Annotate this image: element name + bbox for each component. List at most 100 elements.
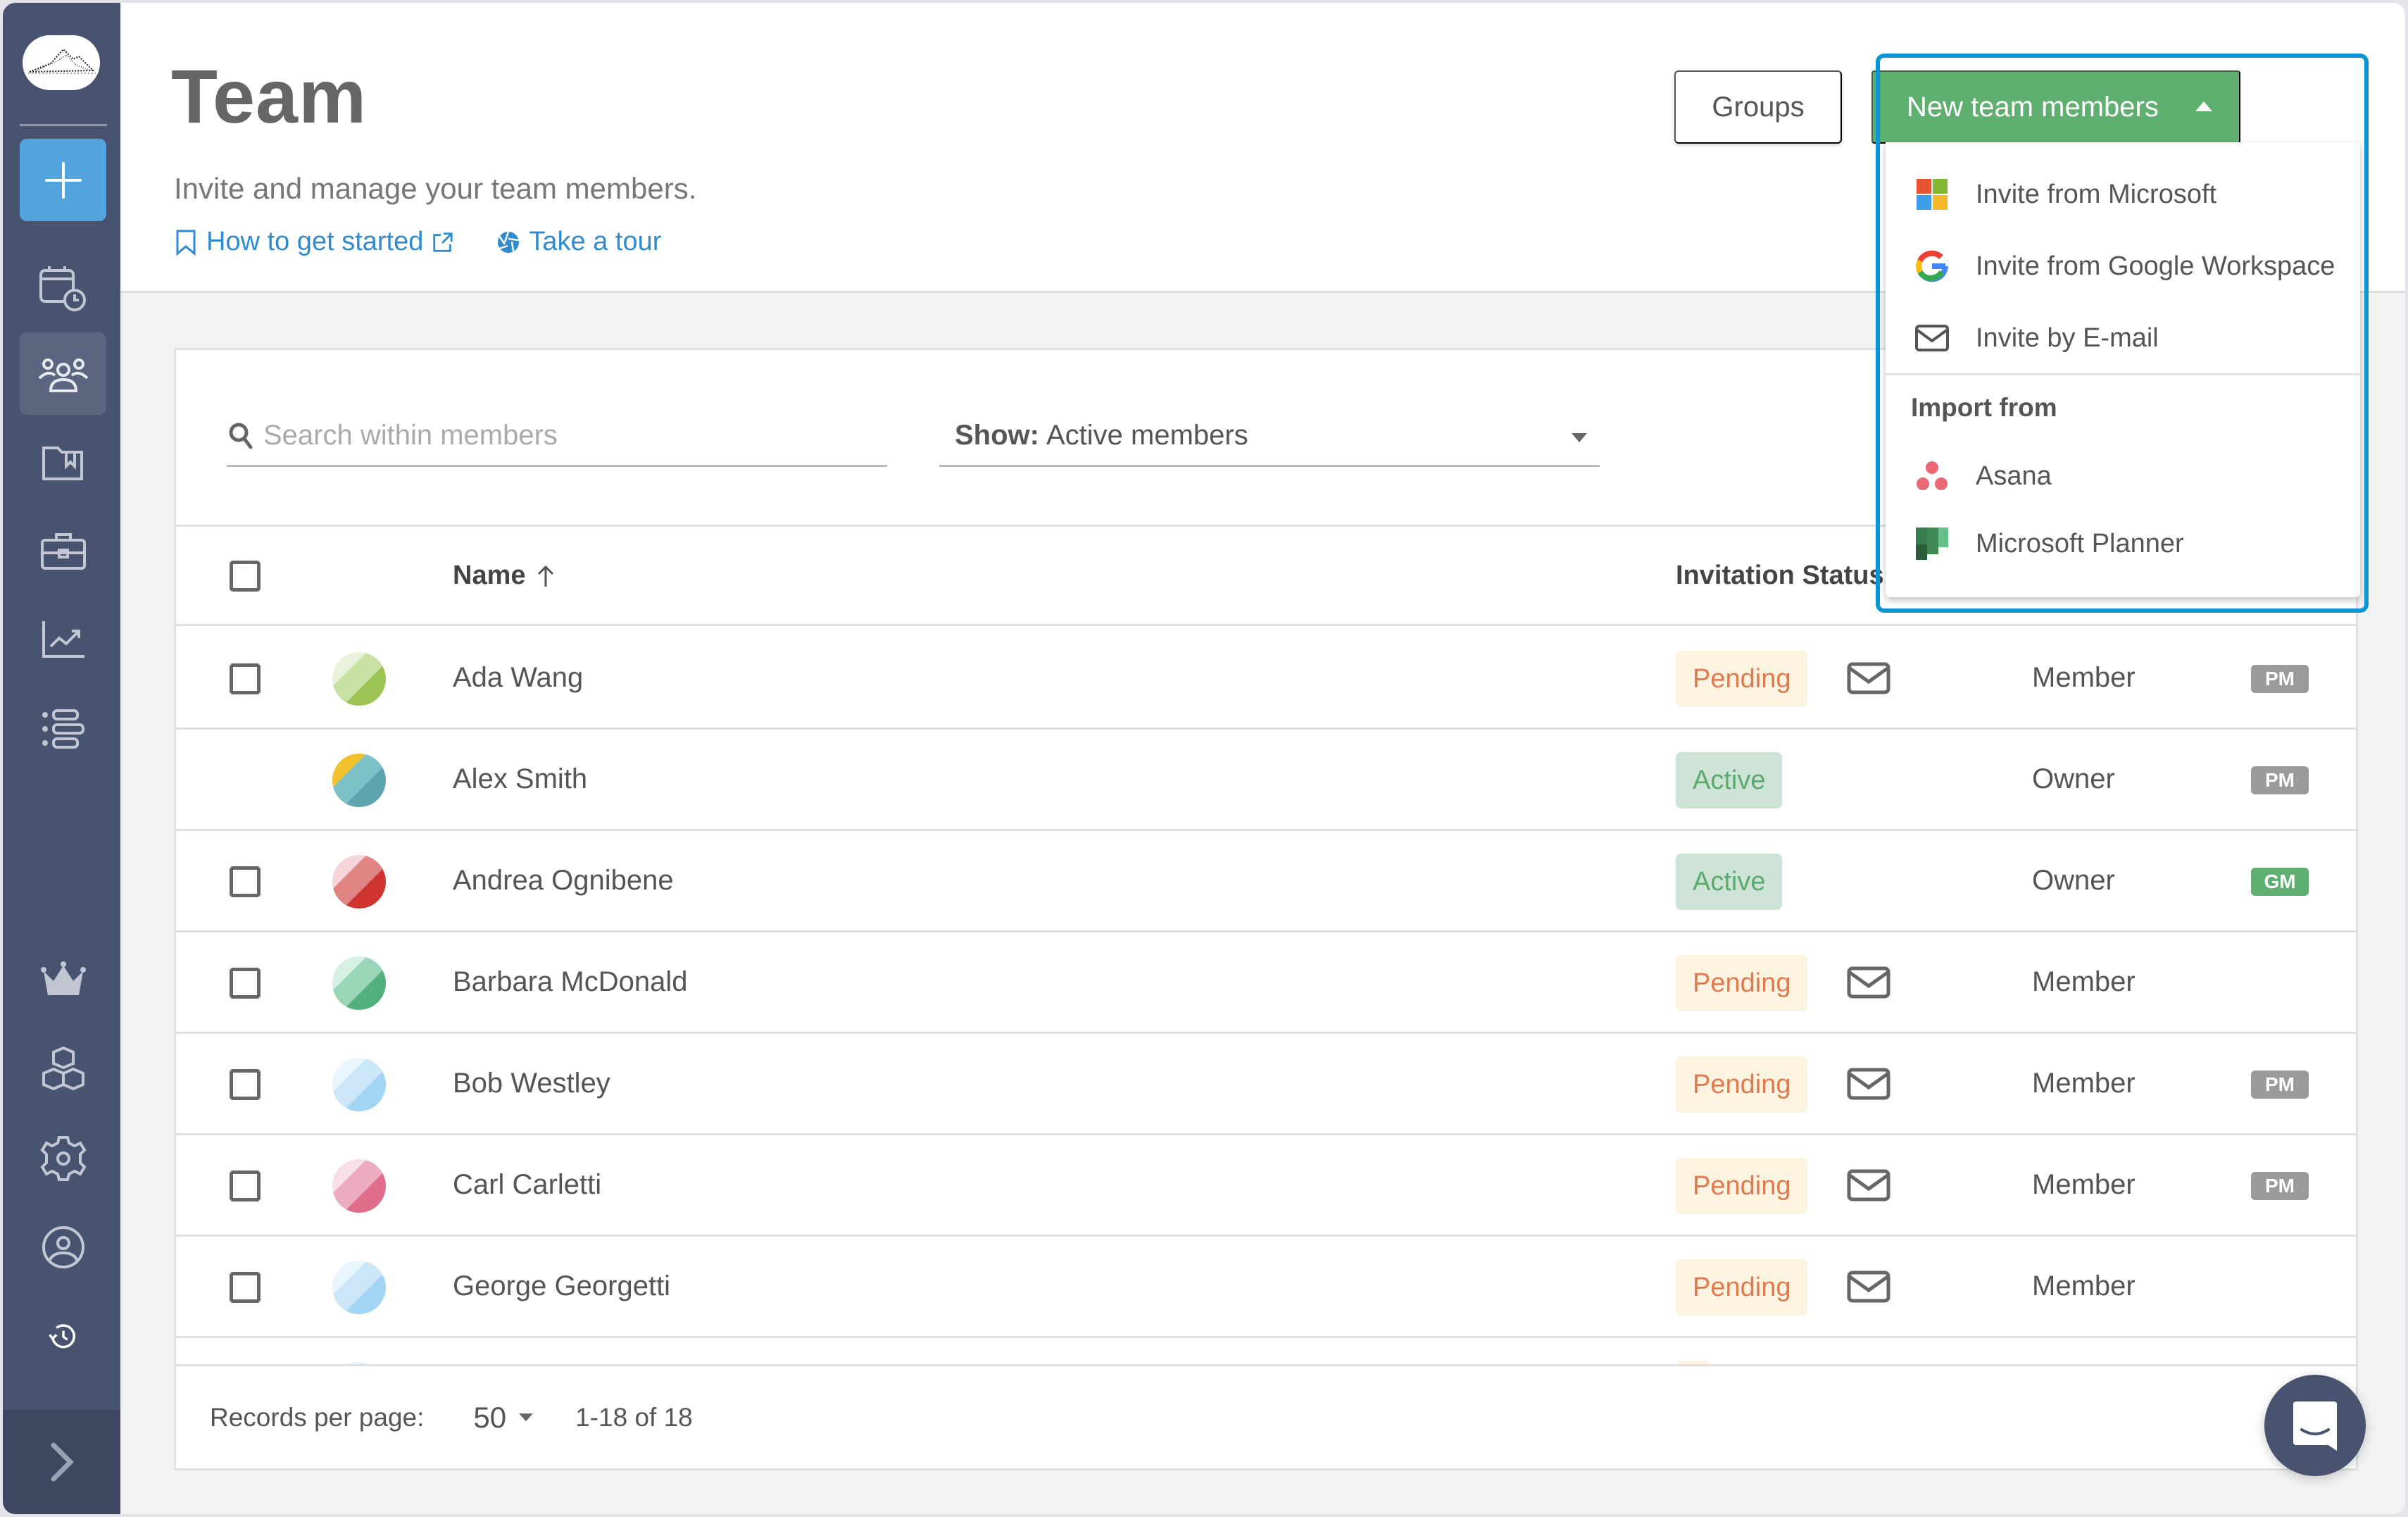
row-checkbox[interactable] xyxy=(230,1170,261,1201)
gear-icon xyxy=(39,1135,87,1181)
new-team-members-button[interactable]: New team members xyxy=(1871,70,2240,144)
sidebar-divider xyxy=(20,124,107,126)
resend-invite-mail-icon[interactable] xyxy=(1847,1271,1890,1303)
records-per-page-value: 50 xyxy=(473,1400,507,1434)
status-badge: Pending xyxy=(1676,651,1808,707)
menu-divider xyxy=(1886,373,2360,375)
sidebar-item-settings[interactable] xyxy=(20,1117,106,1199)
status-badge: Pending xyxy=(1676,1158,1808,1214)
row-checkbox[interactable] xyxy=(230,968,261,999)
resend-invite-mail-icon[interactable] xyxy=(1847,1068,1890,1100)
role-tag-badge: PM xyxy=(2251,1172,2309,1200)
chevron-right-icon xyxy=(51,1442,74,1482)
briefcase-icon xyxy=(40,532,86,570)
member-name[interactable]: Carl Carletti xyxy=(453,1169,601,1201)
plus-icon xyxy=(44,161,82,199)
show-filter-select[interactable]: Show: Active members xyxy=(939,406,1600,467)
bookmark-icon xyxy=(176,230,196,256)
microsoft-planner-icon xyxy=(1914,525,1950,562)
caret-up-icon xyxy=(2195,101,2212,111)
sidebar-item-list[interactable] xyxy=(20,687,106,770)
search-input[interactable] xyxy=(263,420,869,451)
row-checkbox[interactable] xyxy=(230,663,261,694)
search-icon xyxy=(229,423,253,449)
resend-invite-mail-icon[interactable] xyxy=(1847,662,1890,694)
records-per-page-label: Records per page: xyxy=(210,1402,425,1432)
company-logo[interactable] xyxy=(23,35,100,90)
sidebar-item-profile[interactable] xyxy=(20,1206,106,1288)
role-tag-badge: PM xyxy=(2251,766,2309,794)
asana-icon xyxy=(1914,458,1950,494)
take-a-tour-label: Take a tour xyxy=(529,227,662,256)
menu-item-label: Invite from Microsoft xyxy=(1976,179,2217,209)
expand-sidebar-button[interactable] xyxy=(3,1410,120,1514)
table-row[interactable]: Andrea Ognibene Active Owner GM xyxy=(176,831,2356,932)
team-icon xyxy=(38,358,88,392)
avatar xyxy=(332,1159,386,1213)
mountain-logo-icon xyxy=(28,48,96,74)
table-row[interactable]: Carl Carletti Pending Member PM xyxy=(176,1135,2356,1237)
resend-invite-mail-icon[interactable] xyxy=(1847,1169,1890,1201)
groups-button[interactable]: Groups xyxy=(1674,70,1842,144)
search-field xyxy=(227,406,887,467)
table-row[interactable]: Ada Wang Pending Member PM xyxy=(176,628,2356,730)
how-to-get-started-link[interactable]: How to get started xyxy=(174,227,454,257)
caret-down-icon xyxy=(519,1413,534,1421)
take-a-tour-link[interactable]: Take a tour xyxy=(496,227,661,257)
resend-invite-mail-icon[interactable] xyxy=(1847,966,1890,999)
member-role: Member xyxy=(2032,1068,2136,1099)
member-name[interactable]: Andrea Ognibene xyxy=(453,865,674,897)
show-filter-label: Show: xyxy=(955,420,1039,451)
import-from-heading: Import from xyxy=(1911,393,2057,422)
history-icon xyxy=(48,1323,75,1348)
sidebar-item-team[interactable] xyxy=(20,332,106,415)
aperture-icon xyxy=(498,231,520,253)
add-button[interactable] xyxy=(20,139,106,221)
sidebar-item-clients[interactable] xyxy=(20,510,106,592)
select-all-checkbox[interactable] xyxy=(230,561,261,592)
role-tag-badge: PM xyxy=(2251,1070,2309,1099)
menu-item-label: Asana xyxy=(1976,461,2052,491)
sidebar-item-upgrade[interactable] xyxy=(20,939,106,1022)
sidebar-item-projects[interactable] xyxy=(20,422,106,504)
sidebar-item-reports[interactable] xyxy=(20,598,106,680)
folder-bookmark-icon xyxy=(42,446,83,480)
role-tag-badge: PM xyxy=(2251,665,2309,693)
menu-item-import-microsoft-planner[interactable]: Microsoft Planner xyxy=(1886,508,2360,579)
member-name[interactable]: Barbara McDonald xyxy=(453,966,688,998)
member-role: Member xyxy=(2032,966,2136,997)
member-name[interactable]: Ada Wang xyxy=(453,662,583,694)
row-checkbox[interactable] xyxy=(230,866,261,897)
column-header-name-label: Name xyxy=(453,561,526,590)
avatar xyxy=(332,754,386,807)
menu-item-invite-email[interactable]: Invite by E-mail xyxy=(1886,303,2360,373)
table-row[interactable]: Bob Westley Pending Member PM xyxy=(176,1034,2356,1135)
avatar xyxy=(332,652,386,706)
row-checkbox[interactable] xyxy=(230,1069,261,1100)
member-name[interactable]: George Georgetti xyxy=(453,1271,670,1302)
menu-item-label: Invite from Google Workspace xyxy=(1976,251,2335,281)
column-header-invitation-status[interactable]: Invitation Status xyxy=(1676,561,1884,591)
member-role: Member xyxy=(2032,1271,2136,1301)
records-range: 1-18 of 18 xyxy=(575,1402,693,1432)
row-checkbox[interactable] xyxy=(230,1272,261,1303)
menu-item-invite-microsoft[interactable]: Invite from Microsoft xyxy=(1886,159,2360,230)
new-members-dropdown-menu: Invite from Microsoft Invite from Google… xyxy=(1886,142,2360,597)
member-name[interactable]: Bob Westley xyxy=(453,1068,610,1099)
menu-item-invite-google[interactable]: Invite from Google Workspace xyxy=(1886,231,2360,301)
chat-widget-button[interactable] xyxy=(2264,1375,2366,1476)
table-row[interactable]: Barbara McDonald Pending Member xyxy=(176,932,2356,1034)
column-header-name[interactable]: Name xyxy=(453,561,556,591)
table-row[interactable]: Alex Smith Active Owner PM xyxy=(176,730,2356,831)
show-filter-value: Active members xyxy=(1046,420,1248,451)
member-name[interactable]: Alex Smith xyxy=(453,763,587,795)
sidebar-item-planning[interactable] xyxy=(20,246,106,328)
records-per-page-select[interactable]: 50 xyxy=(473,1400,534,1435)
sidebar-item-integrations[interactable] xyxy=(20,1028,106,1110)
table-row[interactable]: George Georgetti Pending Member xyxy=(176,1237,2356,1338)
sidebar-item-history[interactable] xyxy=(20,1295,106,1378)
menu-item-import-asana[interactable]: Asana xyxy=(1886,441,2360,511)
member-role: Owner xyxy=(2032,865,2115,896)
status-badge: Pending xyxy=(1676,955,1808,1011)
arrow-up-icon xyxy=(537,565,553,587)
